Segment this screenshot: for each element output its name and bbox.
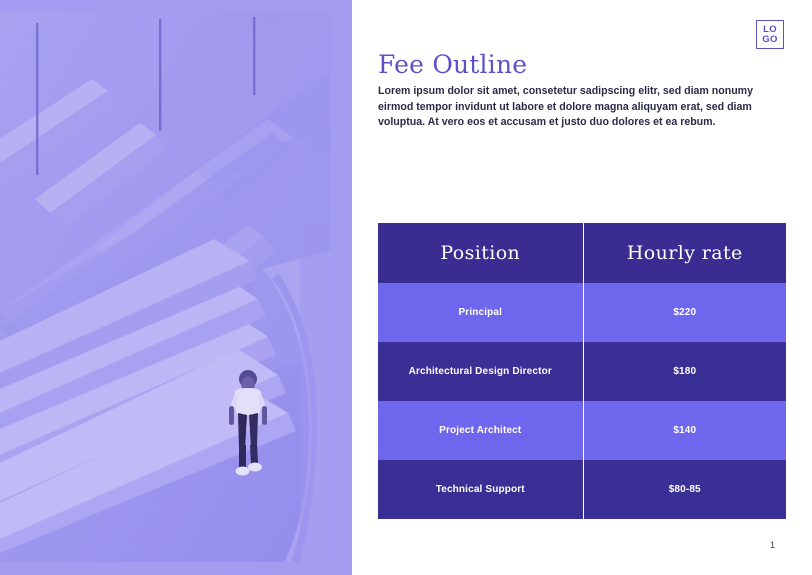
page-subtitle: Lorem ipsum dolor sit amet, consetetur s… xyxy=(378,85,753,129)
fee-table-head: Position Hourly rate xyxy=(378,223,786,283)
logo-line-1: LO xyxy=(763,23,777,35)
column-header-hourly-rate: Hourly rate xyxy=(582,223,786,283)
staircase-photo-art xyxy=(0,11,330,562)
logo-line-2: GO xyxy=(762,33,778,45)
table-row: Principal $220 xyxy=(378,283,786,342)
fee-table-body: Principal $220 Architectural Design Dire… xyxy=(378,283,786,519)
cell-position: Architectural Design Director xyxy=(378,342,584,401)
logo: LO GO xyxy=(756,20,784,49)
cell-rate: $180 xyxy=(582,342,786,401)
cell-rate: $80-85 xyxy=(582,460,786,519)
cell-position: Principal xyxy=(378,283,584,342)
photo-panel xyxy=(0,0,352,575)
column-header-position: Position xyxy=(378,223,584,283)
cell-rate: $220 xyxy=(582,283,786,342)
table-row: Architectural Design Director $180 xyxy=(378,342,786,401)
staircase-photo xyxy=(0,11,330,562)
slide-canvas: LO GO Fee Outline Lorem ipsum dolor sit … xyxy=(0,0,812,575)
cell-position: Project Architect xyxy=(378,401,584,460)
page-number: 1 xyxy=(770,540,776,550)
table-row: Project Architect $140 xyxy=(378,401,786,460)
table-header-row: Position Hourly rate xyxy=(378,223,786,283)
fee-table: Position Hourly rate Principal $220 Arch… xyxy=(378,223,786,519)
page-title: Fee Outline xyxy=(378,50,528,79)
cell-position: Technical Support xyxy=(378,460,584,519)
cell-rate: $140 xyxy=(582,401,786,460)
table-row: Technical Support $80-85 xyxy=(378,460,786,519)
